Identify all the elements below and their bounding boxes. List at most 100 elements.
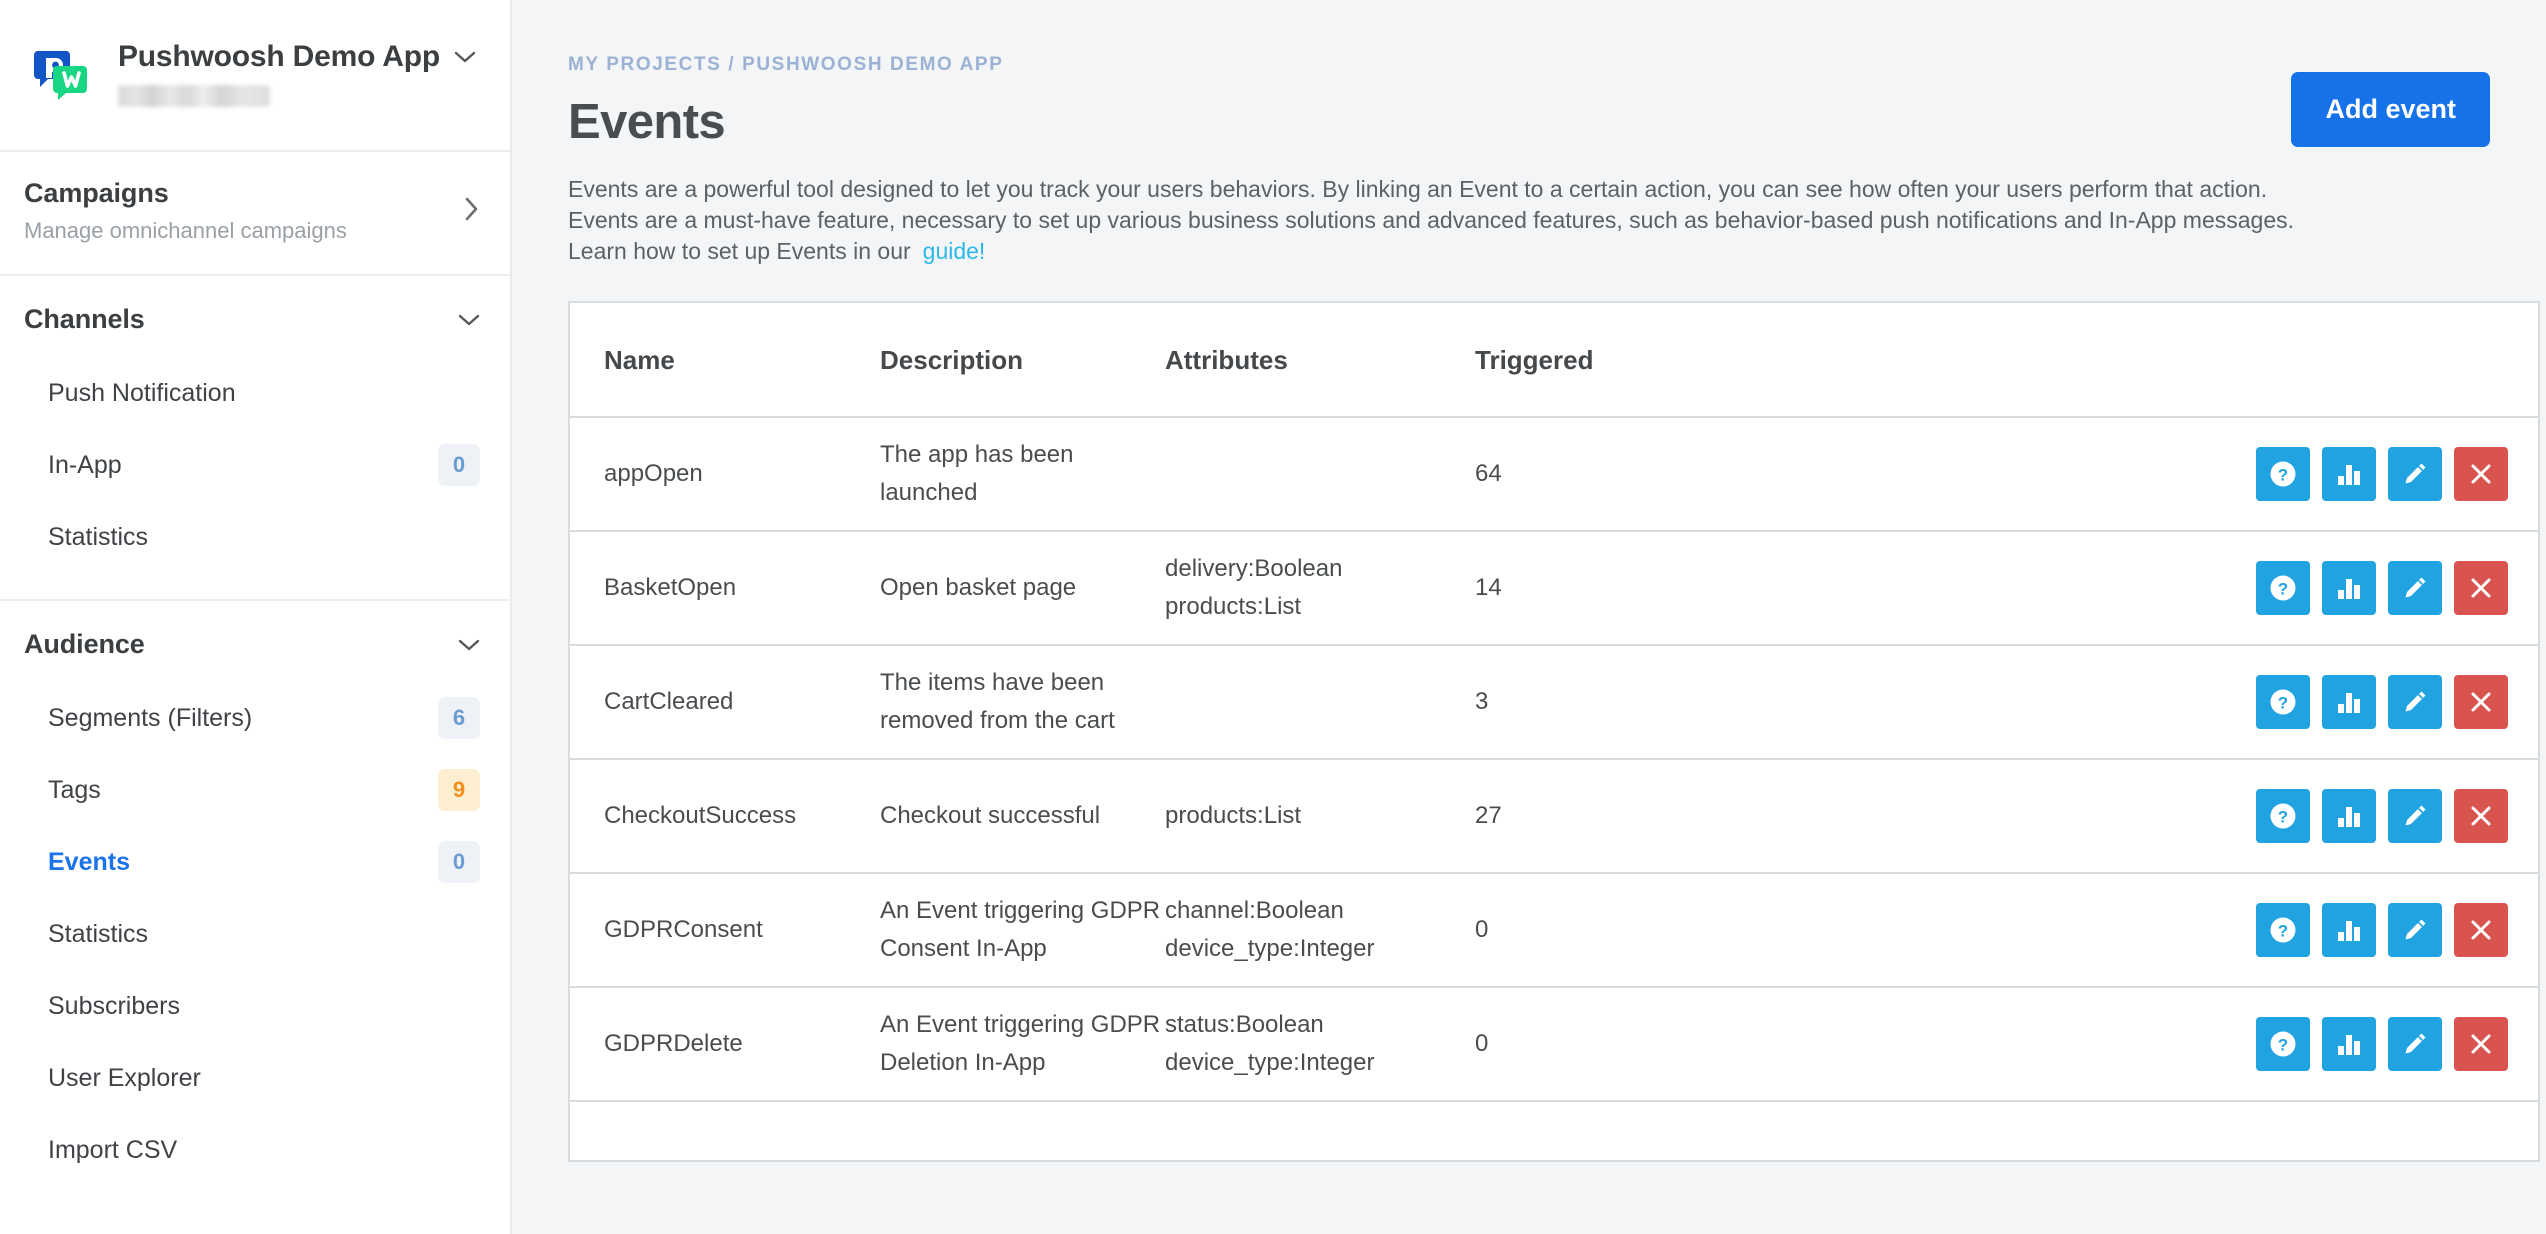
- pencil-edit-button[interactable]: [2388, 789, 2442, 843]
- app-meta: Pushwoosh Demo App: [118, 36, 476, 107]
- column-header-description[interactable]: Description: [880, 303, 1165, 418]
- chevron-down-icon[interactable]: [458, 634, 480, 656]
- table-row[interactable]: CartCleared The items have been removed fr…: [570, 645, 2538, 760]
- attribute-line: device_type:Integer: [1165, 1049, 1375, 1076]
- table-body: appOpen The app has been launched 64? Baske…: [570, 417, 2538, 1162]
- pencil-edit-button[interactable]: [2388, 903, 2442, 957]
- help-circle-icon: ?: [2268, 573, 2298, 603]
- cell-partial: [1475, 1101, 1785, 1162]
- sidebar-item-label: In-App: [48, 450, 122, 479]
- description-line-3-text: Learn how to set up Events in our: [568, 238, 911, 264]
- pencil-edit-button[interactable]: [2388, 675, 2442, 729]
- cell-event-attributes: [1165, 417, 1475, 532]
- sidebar-item-label: Statistics: [48, 522, 149, 551]
- cell-event-description: Open basket page: [880, 531, 1165, 646]
- sidebar-item-in-app[interactable]: In-App 0: [0, 429, 510, 501]
- cell-event-description: Checkout successful: [880, 759, 1165, 874]
- description-line: An Event triggering GDPR: [880, 897, 1161, 924]
- sidebar-group-audience[interactable]: Audience: [0, 601, 510, 682]
- events-table: Name Description Attributes Triggered ap…: [570, 303, 2538, 1162]
- chevron-down-icon[interactable]: [454, 45, 476, 69]
- cell-partial: [1165, 1101, 1475, 1162]
- chevron-right-icon: [464, 196, 480, 227]
- sidebar-item-import-csv[interactable]: Import CSV: [0, 1114, 510, 1186]
- sidebar-item-label: Subscribers: [48, 991, 180, 1020]
- help-circle-button[interactable]: ?: [2256, 561, 2310, 615]
- app-switcher[interactable]: Pushwoosh Demo App: [0, 0, 510, 152]
- column-header-attributes[interactable]: Attributes: [1165, 303, 1475, 418]
- close-x-button[interactable]: [2454, 561, 2508, 615]
- cell-event-triggered: 0: [1475, 873, 1785, 988]
- pencil-edit-button[interactable]: [2388, 1017, 2442, 1071]
- close-x-button[interactable]: [2454, 789, 2508, 843]
- sidebar-item-label: Statistics: [48, 919, 149, 948]
- add-event-button[interactable]: Add event: [2291, 72, 2490, 147]
- guide-link[interactable]: guide!: [923, 238, 986, 264]
- bar-chart-button[interactable]: [2322, 789, 2376, 843]
- close-x-button[interactable]: [2454, 1017, 2508, 1071]
- svg-text:?: ?: [2278, 922, 2288, 941]
- close-x-button[interactable]: [2454, 675, 2508, 729]
- breadcrumb[interactable]: MY PROJECTS / PUSHWOOSH DEMO APP: [568, 54, 2490, 76]
- cell-event-attributes: channel:Boolean device_type:Integer: [1165, 873, 1475, 988]
- table-row[interactable]: [570, 1101, 2538, 1162]
- bar-chart-icon: [2335, 688, 2363, 716]
- column-header-actions: [1785, 303, 2538, 418]
- sidebar-item-events[interactable]: Events 0: [0, 826, 510, 898]
- help-circle-button[interactable]: ?: [2256, 1017, 2310, 1071]
- help-circle-icon: ?: [2268, 459, 2298, 489]
- table-row[interactable]: CheckoutSuccess Checkout successful produc…: [570, 759, 2538, 874]
- bar-chart-button[interactable]: [2322, 447, 2376, 501]
- row-action-group: ?: [1785, 1017, 2538, 1071]
- sidebar-item-push-notification[interactable]: Push Notification: [0, 357, 510, 429]
- attribute-line: delivery:Boolean: [1165, 555, 1343, 582]
- sidebar-item-tags[interactable]: Tags 9: [0, 754, 510, 826]
- bar-chart-icon: [2335, 460, 2363, 488]
- sidebar-item-subscribers[interactable]: Subscribers: [0, 970, 510, 1042]
- status-badge: 6: [438, 697, 480, 739]
- close-x-button[interactable]: [2454, 903, 2508, 957]
- chevron-down-icon[interactable]: [458, 309, 480, 331]
- sidebar-item-audience-statistics[interactable]: Statistics: [0, 898, 510, 970]
- cell-event-triggered: 14: [1475, 531, 1785, 646]
- bar-chart-button[interactable]: [2322, 903, 2376, 957]
- help-circle-button[interactable]: ?: [2256, 903, 2310, 957]
- pushwoosh-logo: [24, 36, 96, 108]
- cell-event-name: CheckoutSuccess: [570, 759, 880, 874]
- column-header-name[interactable]: Name: [570, 303, 880, 418]
- bar-chart-button[interactable]: [2322, 561, 2376, 615]
- pencil-edit-icon: [2401, 688, 2429, 716]
- table-row[interactable]: appOpen The app has been launched 64?: [570, 417, 2538, 532]
- help-circle-button[interactable]: ?: [2256, 789, 2310, 843]
- status-badge: 0: [438, 841, 480, 883]
- cell-partial: [880, 1101, 1165, 1162]
- cell-event-triggered: 3: [1475, 645, 1785, 760]
- help-circle-button[interactable]: ?: [2256, 675, 2310, 729]
- bar-chart-button[interactable]: [2322, 675, 2376, 729]
- sidebar-item-channels-statistics[interactable]: Statistics: [0, 501, 510, 573]
- table-row[interactable]: BasketOpen Open basket page delivery:Boole…: [570, 531, 2538, 646]
- pencil-edit-button[interactable]: [2388, 561, 2442, 615]
- page-title: Events: [568, 95, 726, 149]
- close-x-icon: [2468, 1031, 2494, 1057]
- close-x-button[interactable]: [2454, 447, 2508, 501]
- column-header-triggered[interactable]: Triggered: [1475, 303, 1785, 418]
- sidebar-item-user-explorer[interactable]: User Explorer: [0, 1042, 510, 1114]
- cell-event-attributes: [1165, 645, 1475, 760]
- pencil-edit-button[interactable]: [2388, 447, 2442, 501]
- pencil-edit-icon: [2401, 1030, 2429, 1058]
- cell-partial: [570, 1101, 880, 1162]
- row-action-group: ?: [1785, 789, 2538, 843]
- sidebar-item-label: Events: [48, 847, 130, 876]
- help-circle-button[interactable]: ?: [2256, 447, 2310, 501]
- description-line: The app has been launched: [880, 441, 1074, 506]
- help-circle-icon: ?: [2268, 801, 2298, 831]
- sidebar-item-campaigns[interactable]: Campaigns Manage omnichannel campaigns: [0, 152, 510, 274]
- sidebar-item-segments[interactable]: Segments (Filters) 6: [0, 682, 510, 754]
- table-row[interactable]: GDPRDelete An Event triggering GDPR Deleti…: [570, 987, 2538, 1102]
- bar-chart-icon: [2335, 916, 2363, 944]
- bar-chart-button[interactable]: [2322, 1017, 2376, 1071]
- description-line: An Event triggering GDPR: [880, 1011, 1161, 1038]
- table-row[interactable]: GDPRConsent An Event triggering GDPR Conse…: [570, 873, 2538, 988]
- sidebar-group-channels[interactable]: Channels: [0, 276, 510, 357]
